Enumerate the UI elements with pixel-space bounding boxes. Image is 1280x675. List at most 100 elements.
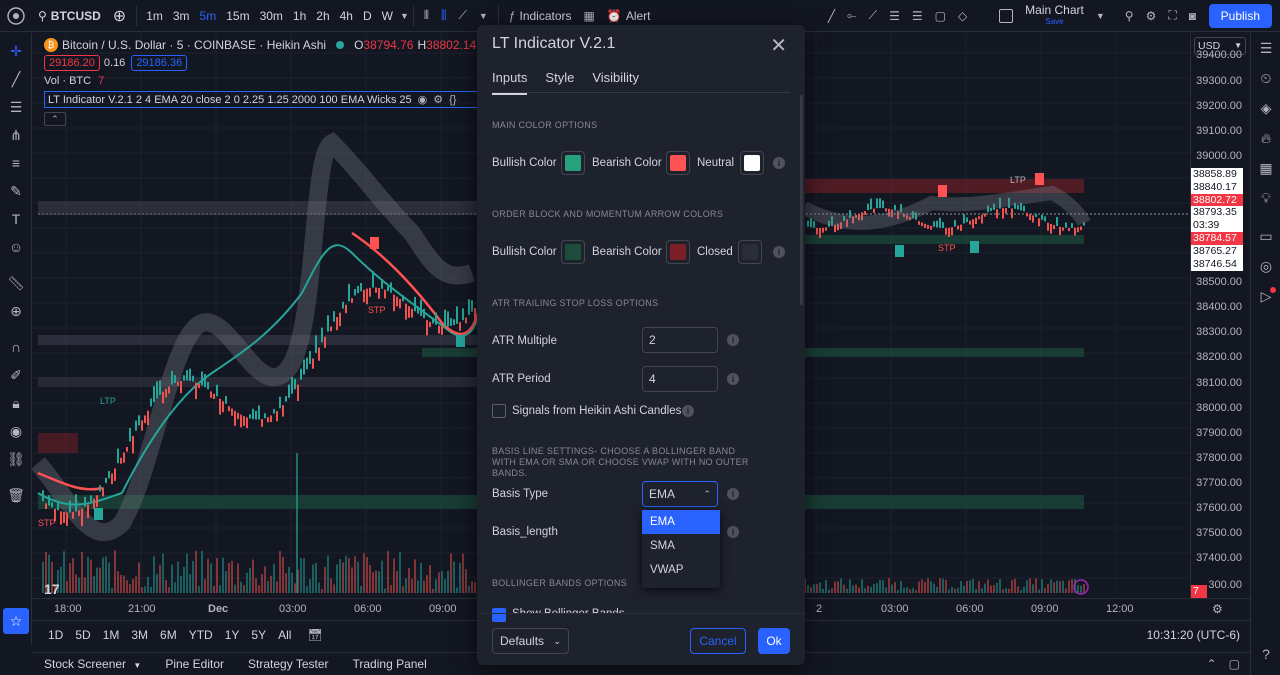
pattern-tool-icon[interactable]: ◇ — [952, 0, 973, 32]
info-icon[interactable]: i — [727, 526, 739, 538]
price-axis[interactable]: USD ▼ 39400.00 39300.00 39200.00 39100.00 39… — [1190, 33, 1250, 598]
info-icon[interactable]: i — [773, 246, 785, 258]
tab-trading-panel[interactable]: Trading Panel — [341, 657, 439, 671]
layout-checkbox[interactable] — [993, 0, 1019, 32]
timeframe-W[interactable]: W — [377, 9, 398, 23]
bearish-color-swatch[interactable] — [666, 151, 690, 175]
source-code-icon[interactable]: {} — [449, 94, 456, 106]
zoom-in-icon[interactable]: ⊕ — [0, 297, 32, 325]
timeframe-1h[interactable]: 1h — [288, 9, 311, 23]
heikin-ashi-signals-checkbox[interactable] — [492, 404, 506, 418]
tab-strategy-tester[interactable]: Strategy Tester — [236, 657, 340, 671]
fib-icon[interactable]: ≡ — [0, 149, 32, 177]
ideas-icon[interactable]: 💡︎ — [1251, 183, 1280, 213]
defaults-button[interactable]: Defaults ⌄ — [492, 628, 569, 654]
publish-button[interactable]: Publish — [1208, 4, 1272, 28]
ruler-icon[interactable]: 📏︎ — [0, 269, 32, 297]
collapse-legend-icon[interactable]: ⌃ — [44, 112, 66, 126]
timeframe-4h[interactable]: 4h — [335, 9, 358, 23]
basis-option-sma[interactable]: SMA — [642, 534, 720, 558]
bar-type-icon[interactable]: ⫼ — [435, 0, 453, 32]
range-5y[interactable]: 5Y — [245, 628, 272, 642]
magnet-icon[interactable]: ∩ — [0, 333, 32, 361]
info-icon[interactable]: i — [682, 405, 694, 417]
clock-readout[interactable]: 10:31:20 (UTC-6) — [1147, 628, 1240, 642]
timeframe-D[interactable]: D — [358, 9, 377, 23]
cancel-button[interactable]: Cancel — [690, 628, 746, 654]
info-icon[interactable]: i — [727, 373, 739, 385]
chat-icon[interactable]: ▭ — [1251, 221, 1280, 251]
tab-stock-screener[interactable]: Stock Screener ▼ — [32, 657, 153, 671]
range-1y[interactable]: 1Y — [219, 628, 246, 642]
ob-bullish-swatch[interactable] — [561, 240, 585, 264]
help-icon[interactable]: ? — [1251, 639, 1280, 669]
timeframe-3m[interactable]: 3m — [168, 9, 195, 23]
date-range-icon[interactable]: 📅︎ — [307, 628, 322, 642]
info-icon[interactable]: i — [727, 488, 739, 500]
range-all[interactable]: All — [272, 628, 297, 642]
range-1m[interactable]: 1M — [97, 628, 126, 642]
range-3m[interactable]: 3M — [125, 628, 154, 642]
volume-label[interactable]: Vol · BTC — [44, 75, 91, 87]
fullscreen-icon[interactable]: ⛶ — [1162, 0, 1182, 32]
fib-tool-icon[interactable]: ☰ — [883, 0, 906, 32]
timeframe-2h[interactable]: 2h — [311, 9, 334, 23]
ob-bearish-swatch[interactable] — [666, 240, 690, 264]
range-6m[interactable]: 6M — [154, 628, 183, 642]
buy-price-chip[interactable]: 29186.36 — [131, 55, 188, 71]
timeframe-1m[interactable]: 1m — [141, 9, 168, 23]
alarm-clock-icon[interactable]: ⏲ — [1251, 63, 1280, 93]
watchlist-icon[interactable]: ☰ — [1251, 33, 1280, 63]
sell-price-chip[interactable]: 29186.20 — [44, 55, 100, 71]
indicator-legend-row[interactable]: LT Indicator V.2.1 2 4 EMA 20 close 2 0 … — [44, 91, 478, 108]
basis-option-ema[interactable]: EMA — [642, 510, 720, 534]
range-5d[interactable]: 5D — [69, 628, 96, 642]
basis-type-select[interactable]: EMA ⌃ — [642, 481, 718, 507]
chevron-down-icon[interactable]: ▼ — [400, 11, 409, 21]
brush-icon[interactable]: ✎ — [0, 177, 32, 205]
rectangle-tool-icon[interactable]: ▢ — [929, 0, 952, 32]
pitchfork-icon[interactable]: ⋔ — [0, 121, 32, 149]
timeframe-5m[interactable]: 5m — [195, 9, 222, 23]
logo-icon[interactable] — [0, 0, 32, 32]
lock-drawing-icon[interactable]: ✐ — [0, 361, 32, 389]
bullish-color-swatch[interactable] — [561, 151, 585, 175]
text-icon[interactable]: T — [0, 205, 32, 233]
basis-option-vwap[interactable]: VWAP — [642, 558, 720, 582]
trash-icon[interactable]: 🗑︎ — [0, 481, 32, 509]
trendline-icon[interactable]: ╱ — [0, 65, 32, 93]
horizontal-lines-icon[interactable]: ☰ — [0, 93, 32, 121]
ok-button[interactable]: Ok — [758, 628, 790, 654]
timeframe-15m[interactable]: 15m — [221, 9, 254, 23]
line-tool-icon[interactable]: ╱ — [822, 0, 841, 32]
emoji-icon[interactable]: ☺ — [0, 233, 32, 261]
eye-icon[interactable]: ◉ — [0, 417, 32, 445]
ob-closed-swatch[interactable] — [738, 240, 762, 264]
candle-type-icon[interactable]: ⫴ — [418, 0, 435, 32]
trend-tool-icon[interactable]: ⟋ — [863, 0, 883, 32]
range-ytd[interactable]: YTD — [183, 628, 219, 642]
eye-icon[interactable]: ◉ — [418, 93, 428, 106]
streams-icon[interactable]: ◎ — [1251, 251, 1280, 281]
channel-tool-icon[interactable]: ☰ — [906, 0, 929, 32]
info-icon[interactable]: i — [727, 334, 739, 346]
camera-icon[interactable]: ◙ — [1183, 0, 1202, 32]
crosshair-icon[interactable]: ✛ — [0, 37, 32, 65]
layers-icon[interactable]: ◈ — [1251, 93, 1280, 123]
timeframe-30m[interactable]: 30m — [255, 9, 288, 23]
collapse-panel-icon[interactable]: ⌃ — [1207, 657, 1217, 671]
atr-period-input[interactable]: 4 — [642, 366, 718, 392]
dialog-scrollbar[interactable] — [800, 95, 803, 305]
calendar-icon[interactable]: ▦ — [1251, 153, 1280, 183]
symbol-title[interactable]: Bitcoin / U.S. Dollar · 5 · COINBASE · H… — [62, 38, 326, 52]
maximize-panel-icon[interactable]: ▢ — [1229, 657, 1240, 671]
range-1d[interactable]: 1D — [42, 628, 69, 642]
replay-icon[interactable]: ▷ — [1251, 281, 1280, 311]
neutral-color-swatch[interactable] — [740, 151, 764, 175]
tab-pine-editor[interactable]: Pine Editor — [153, 657, 236, 671]
star-icon[interactable]: ☆ — [3, 608, 29, 634]
hotlist-icon[interactable]: 🔥︎ — [1251, 123, 1280, 153]
lock-icon[interactable]: 🔒︎ — [0, 389, 32, 417]
axis-settings-icon[interactable]: ⚙ — [1212, 602, 1223, 616]
quick-search-icon[interactable]: ⚲ — [1119, 0, 1140, 32]
